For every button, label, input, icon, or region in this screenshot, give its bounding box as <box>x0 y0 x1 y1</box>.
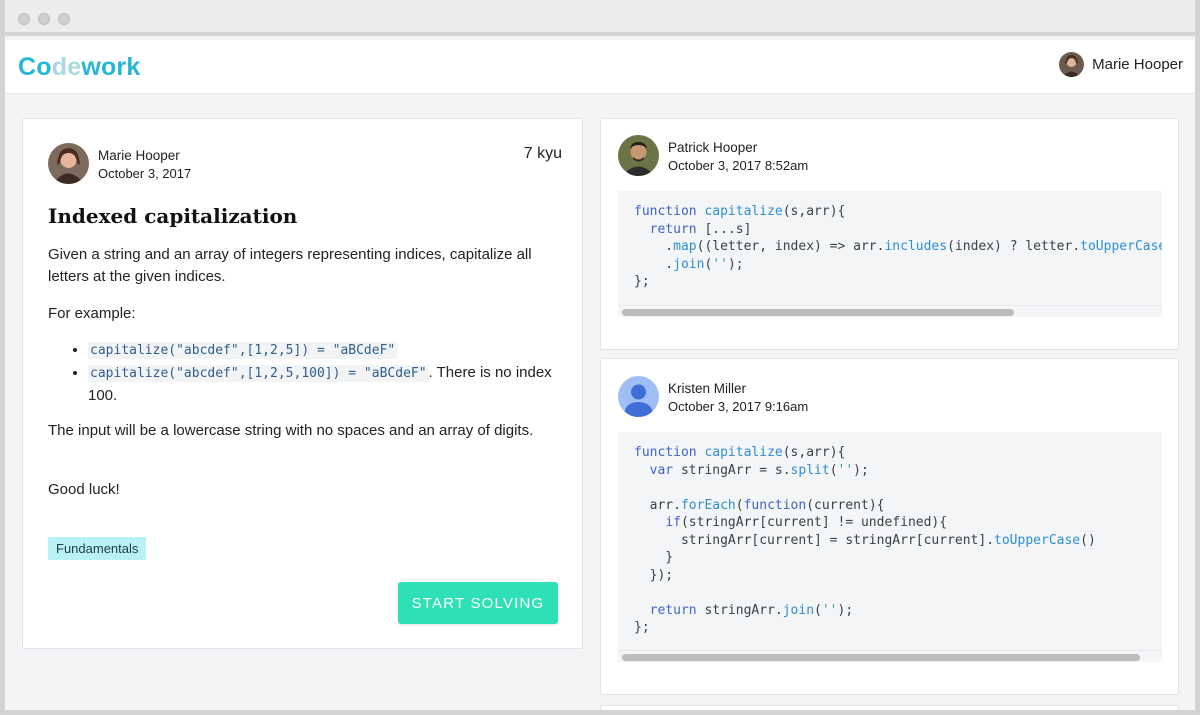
list-item: capitalize("abcdef",[1,2,5,100]) = "aBCd… <box>88 362 558 407</box>
window-titlebar <box>5 0 1195 36</box>
scrollbar-thumb[interactable] <box>622 654 1140 661</box>
closing-text: Good luck! <box>48 481 120 498</box>
logo-part-1: Co <box>18 53 52 81</box>
solution-card: Kristen Miller October 3, 2017 9:16am fu… <box>600 358 1179 695</box>
person-icon <box>618 376 659 417</box>
kata-card: Marie Hooper October 3, 2017 7 kyu Index… <box>22 118 583 649</box>
author-name[interactable]: Patrick Hooper <box>668 140 757 155</box>
maximize-window-button[interactable] <box>58 13 70 25</box>
author-avatar <box>618 135 659 176</box>
author-name[interactable]: Marie Hooper <box>98 148 180 163</box>
code-content: function capitalize(s,arr){ var stringAr… <box>634 445 1096 635</box>
user-name: Marie Hooper <box>1092 56 1183 73</box>
solution-card: Patrick Hooper October 3, 2017 8:52am fu… <box>600 118 1179 350</box>
horizontal-scrollbar[interactable] <box>618 305 1162 317</box>
tag-fundamentals[interactable]: Fundamentals <box>48 537 147 560</box>
example-code: capitalize("abcdef",[1,2,5]) = "aBCdeF" <box>88 342 398 359</box>
post-date: October 3, 2017 8:52am <box>668 158 809 173</box>
user-avatar <box>1059 52 1085 77</box>
app-header: Codework Marie Hooper <box>5 40 1195 94</box>
example-list: capitalize("abcdef",[1,2,5]) = "aBCdeF" … <box>68 339 558 407</box>
user-menu[interactable]: Marie Hooper <box>1059 52 1183 77</box>
close-window-button[interactable] <box>18 13 30 25</box>
author-avatar <box>48 143 89 184</box>
list-item: capitalize("abcdef",[1,2,5]) = "aBCdeF" <box>88 339 558 362</box>
code-block[interactable]: function capitalize(s,arr){ var stringAr… <box>618 432 1162 662</box>
code-block[interactable]: function capitalize(s,arr){ return [...s… <box>618 191 1162 317</box>
solution-card <box>600 705 1179 710</box>
kata-description: Given a string and an array of integers … <box>48 246 532 285</box>
author-name[interactable]: Kristen Miller <box>668 381 746 396</box>
start-solving-button[interactable]: START SOLVING <box>398 582 558 624</box>
code-content: function capitalize(s,arr){ return [...s… <box>634 204 1162 289</box>
logo-part-2: de <box>51 53 82 81</box>
post-date: October 3, 2017 <box>98 166 192 181</box>
logo-part-3: work <box>81 53 141 81</box>
minimize-window-button[interactable] <box>38 13 50 25</box>
example-code: capitalize("abcdef",[1,2,5,100]) = "aBCd… <box>88 365 429 382</box>
scrollbar-thumb[interactable] <box>622 309 1014 316</box>
kata-title: Indexed capitalization <box>48 204 298 228</box>
codework-logo[interactable]: Codework <box>18 53 140 82</box>
browser-window: Codework Marie Hooper Marie Hooper Octob… <box>0 0 1200 715</box>
horizontal-scrollbar[interactable] <box>618 650 1162 662</box>
input-note: The input will be a lowercase string wit… <box>48 422 534 439</box>
post-date: October 3, 2017 9:16am <box>668 399 809 414</box>
example-label: For example: <box>48 305 136 322</box>
kata-rank: 7 kyu <box>523 145 562 162</box>
